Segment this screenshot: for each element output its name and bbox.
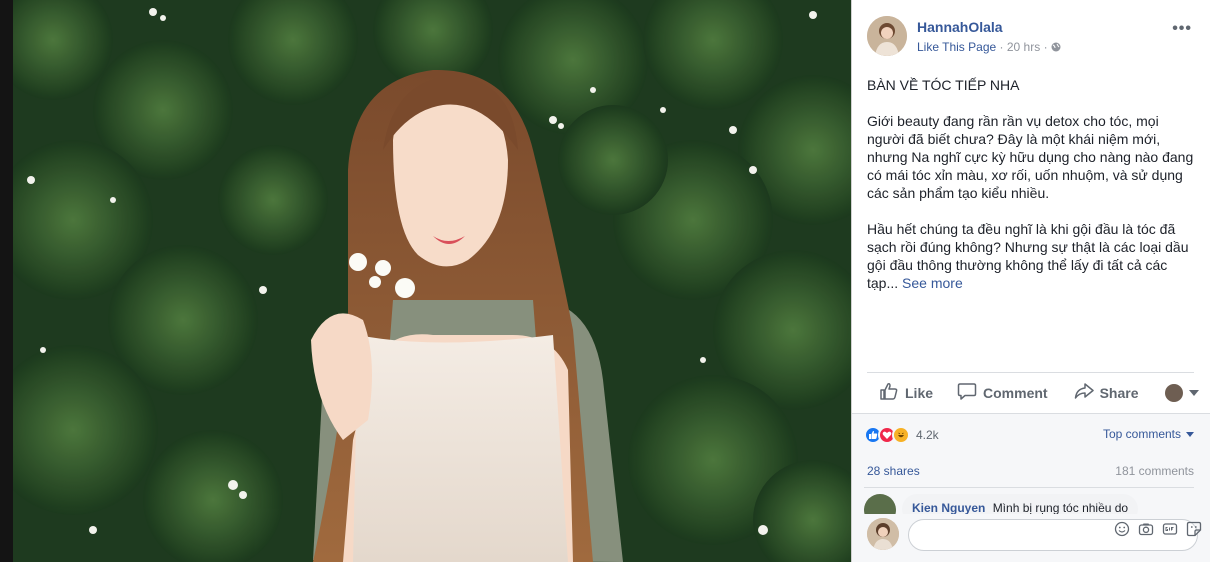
top-comments-dropdown[interactable]: Top comments [1103, 427, 1194, 441]
commenter-name[interactable]: Kien Nguyen [912, 501, 985, 514]
author-avatar-image [867, 16, 907, 56]
viewer-avatar [1164, 383, 1183, 402]
current-user-avatar [867, 518, 899, 550]
current-user-avatar-image [867, 518, 899, 550]
like-button[interactable]: Like [879, 382, 933, 403]
reaction-summary[interactable]: 4.2k [864, 426, 939, 444]
chevron-down-icon [1186, 431, 1194, 437]
haha-reaction-icon [892, 426, 910, 444]
stats-divider [864, 487, 1194, 488]
comment-item: Kien Nguyen Mình bị rụng tóc nhiều do [864, 494, 1194, 514]
gif-icon[interactable] [1162, 521, 1178, 537]
see-more-link[interactable]: See more [902, 275, 963, 291]
post-meta: Like This Page · 20 hrs · [917, 40, 1061, 54]
comment-icon [957, 382, 983, 403]
share-icon [1074, 382, 1100, 403]
meta-separator-2: · [1043, 40, 1048, 54]
photo-image [13, 0, 851, 562]
post-paragraph-2: Hầu hết chúng ta đều nghĩ là khi gội đầu… [867, 220, 1197, 292]
commenter-avatar[interactable] [864, 494, 896, 514]
share-label: Share [1099, 384, 1139, 401]
top-comments-label: Top comments [1102, 427, 1181, 441]
action-bar: Like Comment Share [867, 372, 1199, 412]
post-header: HannahOlala Like This Page · 20 hrs · ••… [867, 16, 1198, 58]
post-time[interactable]: 20 hrs [1007, 40, 1040, 54]
backdrop [0, 0, 13, 562]
thumbs-up-icon [879, 382, 905, 403]
meta-separator: · [999, 40, 1004, 54]
emoji-icon[interactable] [1114, 521, 1130, 537]
camera-icon[interactable] [1138, 521, 1154, 537]
composer-tools [1106, 521, 1202, 537]
comments-count[interactable]: 181 comments [1115, 464, 1194, 478]
author-avatar[interactable] [867, 16, 907, 56]
shares-count[interactable]: 28 shares [867, 464, 920, 478]
reply-composer [852, 514, 1210, 562]
chevron-down-icon [1188, 389, 1199, 396]
photo-viewer: HannahOlala Like This Page · 20 hrs · ••… [0, 0, 1210, 562]
comment-text: Mình bị rụng tóc nhiều do [992, 501, 1129, 514]
more-icon[interactable]: ••• [1172, 20, 1192, 38]
share-button[interactable]: Share [1074, 382, 1139, 403]
comment-label: Comment [983, 384, 1048, 401]
comment-button[interactable]: Comment [957, 382, 1048, 403]
like-label: Like [905, 384, 934, 401]
author-name[interactable]: HannahOlala [917, 19, 1003, 35]
post-headline: BÀN VỀ TÓC TIẾP NHA [867, 77, 1020, 93]
post-paragraph-1: Giới beauty đang rần rần vụ detox cho tó… [867, 113, 1194, 201]
comment-bubble: Kien Nguyen Mình bị rụng tóc nhiều do [902, 494, 1139, 514]
post-as-selector[interactable] [1164, 383, 1199, 402]
reaction-count[interactable]: 4.2k [916, 428, 939, 442]
sticker-icon[interactable] [1186, 521, 1202, 537]
post-panel: HannahOlala Like This Page · 20 hrs · ••… [851, 0, 1210, 562]
post-stats: 4.2k Top comments 28 shares 181 comments… [852, 413, 1210, 562]
post-body: BÀN VỀ TÓC TIẾP NHA Giới beauty đang rần… [867, 76, 1197, 310]
post-photo[interactable] [13, 0, 851, 562]
globe-icon [1051, 40, 1061, 54]
like-page-link[interactable]: Like This Page [917, 40, 996, 54]
